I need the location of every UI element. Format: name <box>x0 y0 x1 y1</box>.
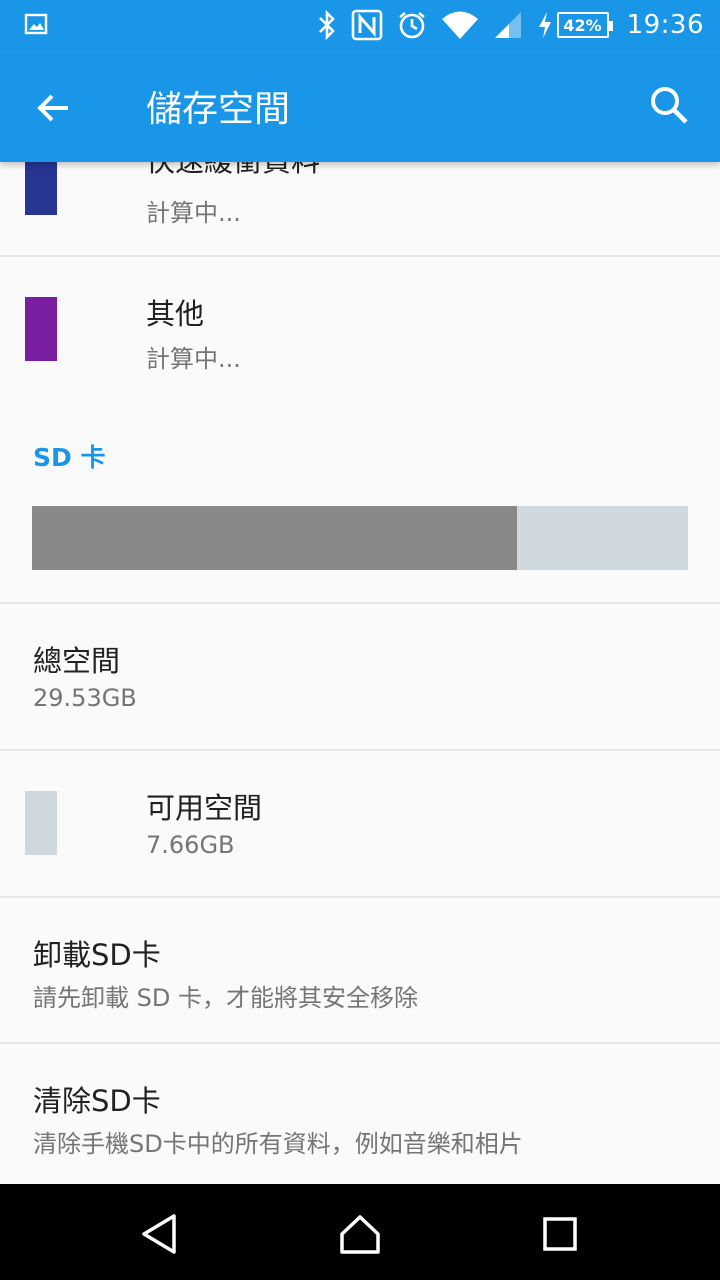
back-triangle-icon[interactable] <box>138 1212 182 1256</box>
item-subtitle: 計算中... <box>146 345 241 373</box>
page-title: 儲存空間 <box>146 89 291 130</box>
erase-sd-title: 清除SD卡 <box>33 1084 161 1118</box>
recents-square-icon[interactable] <box>538 1212 582 1256</box>
available-space-title: 可用空間 <box>146 791 263 825</box>
total-space-title: 總空間 <box>33 644 121 678</box>
navigation-bar <box>0 1184 720 1280</box>
total-space-value: 29.53GB <box>33 684 137 712</box>
app-bar: 儲存空間 <box>0 50 720 162</box>
unmount-sd-subtitle: 請先卸載 SD 卡，才能將其安全移除 <box>33 984 418 1012</box>
charging-icon <box>538 12 551 38</box>
unmount-sd-title: 卸載SD卡 <box>33 938 161 972</box>
other-color-swatch <box>25 297 57 361</box>
storage-list: 快速緩衝資料 計算中... 其他 計算中... SD 卡 總空間 29.53GB… <box>0 162 720 1184</box>
bluetooth-icon <box>318 10 335 40</box>
list-item-erase-sd[interactable]: 清除SD卡 清除手機SD卡中的所有資料，例如音樂和相片 <box>0 1044 720 1184</box>
home-icon[interactable] <box>338 1212 382 1256</box>
item-title: 其他 <box>146 297 205 331</box>
signal-icon <box>494 12 521 38</box>
list-item-other[interactable]: 其他 計算中... <box>0 257 720 403</box>
available-color-swatch <box>25 791 57 855</box>
list-item-cache[interactable]: 快速緩衝資料 計算中... <box>0 162 720 256</box>
status-bar: 42% 19:36 <box>0 0 720 50</box>
search-icon[interactable] <box>648 84 692 128</box>
battery-level: 42% <box>556 12 613 38</box>
sd-usage-bar-used <box>32 506 518 570</box>
clock: 19:36 <box>626 10 704 40</box>
sd-card-section-header: SD 卡 <box>33 443 106 472</box>
list-item-total-space[interactable]: 總空間 29.53GB <box>0 604 720 750</box>
wifi-icon <box>441 11 478 39</box>
item-title: 快速緩衝資料 <box>146 162 320 180</box>
sd-usage-bar <box>32 506 688 570</box>
erase-sd-subtitle: 清除手機SD卡中的所有資料，例如音樂和相片 <box>33 1130 523 1158</box>
nfc-icon <box>351 9 382 41</box>
battery-indicator: 42% <box>537 11 613 39</box>
cache-color-swatch <box>25 162 57 215</box>
back-arrow-icon[interactable] <box>32 86 76 130</box>
item-subtitle: 計算中... <box>146 199 241 227</box>
image-notification-icon <box>24 13 48 35</box>
list-item-unmount-sd[interactable]: 卸載SD卡 請先卸載 SD 卡，才能將其安全移除 <box>0 898 720 1044</box>
available-space-value: 7.66GB <box>146 831 235 859</box>
alarm-icon <box>398 11 425 39</box>
list-item-available-space[interactable]: 可用空間 7.66GB <box>0 751 720 897</box>
